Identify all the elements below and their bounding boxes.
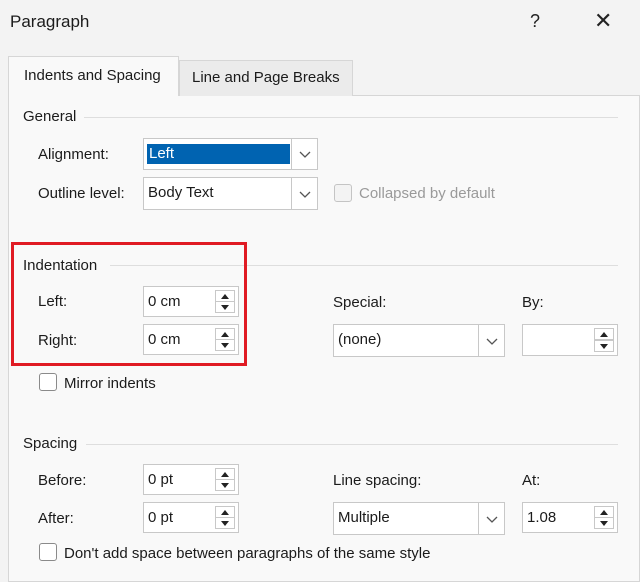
spin-down-icon[interactable] xyxy=(594,340,614,352)
tab-label: Indents and Spacing xyxy=(24,67,161,84)
at-value: 1.08 xyxy=(527,509,557,526)
tab-label: Line and Page Breaks xyxy=(192,69,340,86)
special-label: Special: xyxy=(333,294,387,311)
alignment-value: Left xyxy=(147,144,290,164)
chevron-down-icon[interactable] xyxy=(291,178,317,209)
spacing-header: Spacing xyxy=(23,435,78,452)
indentation-highlight-box xyxy=(11,242,247,366)
outline-level-label: Outline level: xyxy=(38,185,125,202)
after-spinner[interactable]: 0 pt xyxy=(143,502,239,533)
line-spacing-label: Line spacing: xyxy=(333,472,422,489)
special-value: (none) xyxy=(338,331,382,348)
by-spinner[interactable] xyxy=(522,324,618,356)
general-header: General xyxy=(23,108,77,125)
collapsed-checkbox[interactable] xyxy=(334,184,352,202)
outline-level-value: Body Text xyxy=(148,184,214,201)
chevron-down-icon[interactable] xyxy=(291,139,317,169)
spin-down-icon[interactable] xyxy=(594,517,614,529)
outline-level-dropdown[interactable]: Body Text xyxy=(143,177,318,210)
after-label: After: xyxy=(38,510,74,527)
title-bar xyxy=(0,0,640,46)
at-label: At: xyxy=(522,472,541,489)
chevron-down-icon[interactable] xyxy=(478,325,504,356)
mirror-indents-checkbox[interactable] xyxy=(39,373,57,391)
spin-down-icon[interactable] xyxy=(215,517,235,529)
dont-add-space-checkbox[interactable] xyxy=(39,543,57,561)
alignment-label: Alignment: xyxy=(38,146,109,163)
alignment-dropdown[interactable]: Left xyxy=(143,138,318,170)
before-spinner[interactable]: 0 pt xyxy=(143,464,239,495)
at-spinner[interactable]: 1.08 xyxy=(522,502,618,533)
chevron-down-icon[interactable] xyxy=(478,503,504,534)
special-dropdown[interactable]: (none) xyxy=(333,324,505,357)
close-button[interactable]: ✕ xyxy=(594,8,612,34)
general-divider xyxy=(84,117,618,118)
line-spacing-value: Multiple xyxy=(338,509,390,526)
mirror-indents-label: Mirror indents xyxy=(64,375,156,392)
before-value: 0 pt xyxy=(148,471,174,488)
dialog-title: Paragraph xyxy=(10,12,90,31)
by-label: By: xyxy=(522,294,544,311)
before-label: Before: xyxy=(38,472,87,489)
spin-up-icon[interactable] xyxy=(594,328,614,340)
spacing-divider xyxy=(86,444,618,445)
tab-line-page-breaks[interactable]: Line and Page Breaks xyxy=(179,60,353,96)
spin-down-icon[interactable] xyxy=(215,479,235,491)
dont-add-space-label: Don't add space between paragraphs of th… xyxy=(64,545,431,562)
collapsed-label: Collapsed by default xyxy=(359,185,495,202)
after-value: 0 pt xyxy=(148,509,174,526)
tab-indents-spacing[interactable]: Indents and Spacing xyxy=(8,56,179,96)
line-spacing-dropdown[interactable]: Multiple xyxy=(333,502,505,535)
help-button[interactable]: ? xyxy=(530,11,540,32)
